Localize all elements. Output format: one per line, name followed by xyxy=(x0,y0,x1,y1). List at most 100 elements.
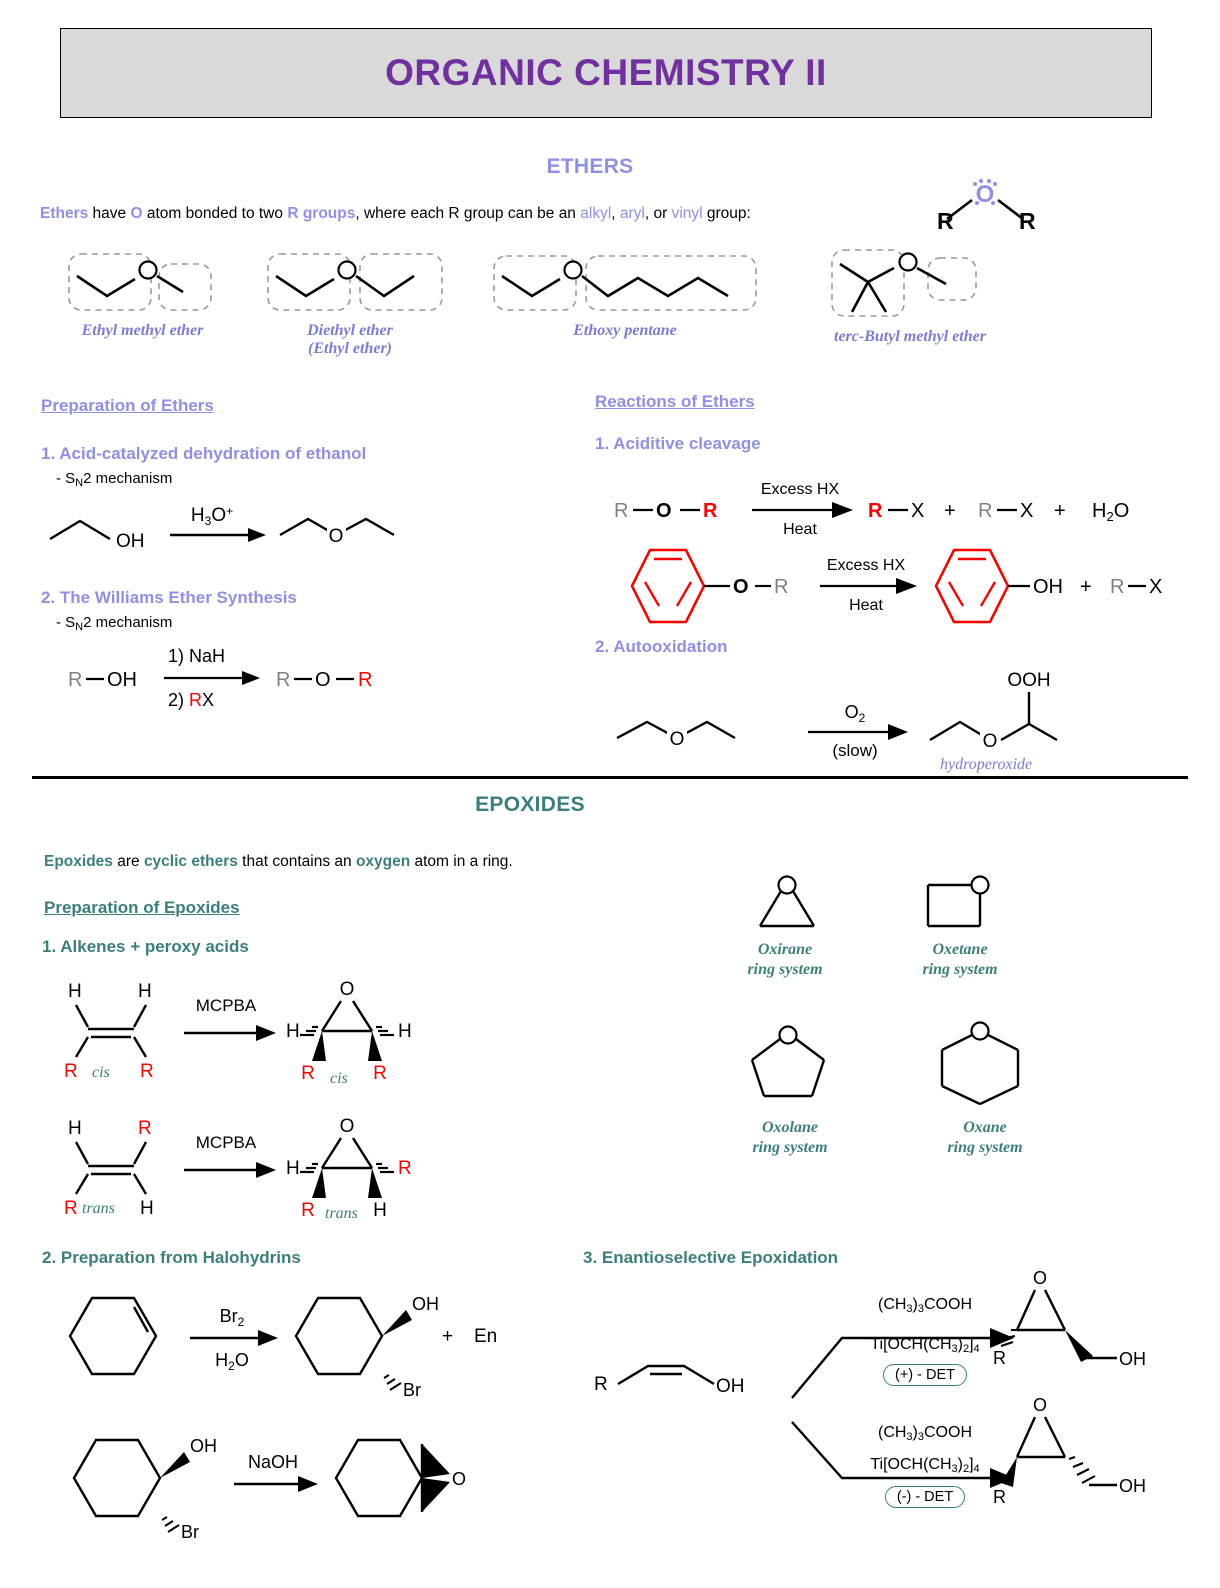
product1-r: R xyxy=(868,500,883,522)
hash-wedge-br xyxy=(161,1516,180,1533)
epoxide-oxygen: O xyxy=(452,1469,466,1489)
product1-x: X xyxy=(911,500,924,522)
water-label: H2O xyxy=(1092,500,1129,524)
r-label: R xyxy=(993,1487,1006,1507)
bold-wedge-r xyxy=(1001,1457,1017,1487)
reagent-mcpba: MCPBA xyxy=(196,1133,257,1152)
bold-wedge-epox-top xyxy=(422,1444,450,1478)
reactant-r2: R xyxy=(703,500,718,522)
trans-label-product: trans xyxy=(325,1205,358,1222)
reagent-br2: Br2 xyxy=(220,1306,245,1329)
bold-wedge-oh xyxy=(382,1310,412,1336)
epox-item-1-title: 1. Alkenes + peroxy acids xyxy=(42,937,249,956)
hydroperoxide-label: hydroperoxide xyxy=(940,756,1033,773)
h-bottom-right: H xyxy=(140,1198,154,1219)
reaction-mcpba-cis: H H R R MCPBA O H H R R xyxy=(50,975,450,1084)
example-label-1: Diethyl ether (Ethyl ether) xyxy=(307,322,393,357)
r-label: R xyxy=(993,1348,1006,1368)
r-label: R xyxy=(594,1374,608,1395)
prep-reaction-2: R OH 1) NaH 2) RX R O R xyxy=(60,640,400,718)
product-epoxide-plus-det: O R OH xyxy=(985,1268,1165,1378)
hash-wedge-left xyxy=(300,1162,318,1174)
bold-wedge-oh xyxy=(160,1452,190,1478)
ring-label-oxolane: Oxolane ring system xyxy=(752,1119,828,1156)
r-epox-right: R xyxy=(398,1158,412,1179)
h-top-left: H xyxy=(68,1118,82,1139)
h-epox-bottom-right: H xyxy=(373,1200,387,1221)
plus-sign: + xyxy=(1080,576,1092,598)
alkyl-r: R xyxy=(774,576,788,598)
ether-oxygen-2: O xyxy=(983,731,998,752)
r-epox-left: R xyxy=(301,1063,315,1084)
example-ethoxy-pentane xyxy=(490,248,760,318)
reaction-acidic-cleavage-2: O R Excess HX Heat OH + R X xyxy=(608,540,1162,632)
plus-1: + xyxy=(944,500,956,522)
cyclohexene-ring xyxy=(68,1296,158,1376)
example-diethyl-ether xyxy=(262,248,443,318)
en-label: En xyxy=(474,1326,497,1347)
oxygen-atom xyxy=(898,252,918,272)
preparation-of-ethers-heading: Preparation of Ethers xyxy=(41,396,214,415)
h-epox-left: H xyxy=(286,1021,300,1042)
title-banner: ORGANIC CHEMISTRY II xyxy=(60,28,1152,118)
benzene-ring-reactant xyxy=(630,548,706,624)
reagent-above: Excess HX xyxy=(827,557,906,574)
epoxide-oxygen: O xyxy=(1033,1268,1047,1288)
product-epoxide-minus-det: O R OH xyxy=(985,1395,1165,1507)
product-r2: R xyxy=(358,669,372,691)
br-label: Br xyxy=(403,1380,421,1400)
section-divider xyxy=(32,776,1188,779)
h-top-right: H xyxy=(138,981,152,1002)
r-bottom-right: R xyxy=(140,1061,154,1082)
ring-label-oxane: Oxane ring system xyxy=(947,1119,1023,1156)
reagent-above: O2 xyxy=(845,702,866,725)
ring-system-oxirane xyxy=(742,872,832,934)
trans-label-reactant: trans xyxy=(82,1200,115,1217)
right-r-label: R xyxy=(1019,208,1036,234)
oxygen-atom xyxy=(138,260,158,280)
epoxide-oxygen: O xyxy=(340,1116,355,1137)
plus-sign: + xyxy=(442,1326,453,1347)
left-r-label: R xyxy=(937,208,954,234)
hash-wedge-left xyxy=(300,1025,318,1037)
reagent-label: H3O+ xyxy=(191,504,233,528)
prep-item-1-sub: - SN2 mechanism xyxy=(56,470,173,489)
reactant-oxygen: O xyxy=(656,500,672,522)
reaction-acidic-cleavage-1: R O R Excess HX Heat R X + R X + H2O xyxy=(610,478,1155,540)
reagent-below: Heat xyxy=(783,521,817,538)
epoxide-oxygen: O xyxy=(340,979,355,1000)
reagent-1: 1) NaH xyxy=(168,646,225,666)
ring-system-oxolane xyxy=(740,1022,840,1104)
h-epox-right: H xyxy=(398,1021,412,1042)
rxn-item-2-title: 2. Autooxidation xyxy=(595,637,728,656)
prep-reaction-1: OH H3O+ O xyxy=(40,495,440,555)
hash-wedge-br xyxy=(383,1374,402,1391)
ether-oxygen: O xyxy=(733,576,749,598)
bold-wedge-right xyxy=(368,1168,382,1198)
ether-oxygen: O xyxy=(670,729,685,750)
product2-r: R xyxy=(978,500,992,522)
hash-wedge-r xyxy=(1000,1328,1017,1347)
reaction-epoxide-closure: OH Br NaOH O xyxy=(50,1420,480,1560)
ring-system-oxetane xyxy=(912,872,1002,934)
reagent-mcpba: MCPBA xyxy=(196,996,257,1015)
ethers-intro-text: Ethers have O atom bonded to two R group… xyxy=(40,205,751,222)
reagent-below: (slow) xyxy=(832,741,877,760)
prep-item-1-title: 1. Acid-catalyzed dehydration of ethanol xyxy=(41,444,367,463)
example-label-2: Ethoxy pentane xyxy=(573,322,677,339)
cis-label-product: cis xyxy=(330,1070,348,1087)
page-title: ORGANIC CHEMISTRY II xyxy=(385,52,827,93)
example-tert-butyl-methyl-ether xyxy=(820,242,1000,322)
epoxides-intro-text: Epoxides are cyclic ethers that contains… xyxy=(44,853,513,870)
reactant-oh: OH xyxy=(107,669,137,691)
bold-wedge-epox-bottom xyxy=(422,1478,450,1512)
hash-wedge-ch2 xyxy=(1068,1456,1096,1484)
hydroperoxide-group: OOH xyxy=(1007,670,1050,691)
study-sheet-page: ORGANIC CHEMISTRY II ETHERS Ethers have … xyxy=(0,0,1220,1588)
bold-wedge-right xyxy=(368,1031,382,1061)
plus-2: + xyxy=(1054,500,1066,522)
reaction-halohydrin-formation: Br2 H2O OH Br + En xyxy=(50,1282,500,1412)
oh-label: OH xyxy=(1119,1349,1146,1369)
prep-item-2-sub: - SN2 mechanism xyxy=(56,614,173,633)
hydroxyl-label: OH xyxy=(116,531,145,552)
